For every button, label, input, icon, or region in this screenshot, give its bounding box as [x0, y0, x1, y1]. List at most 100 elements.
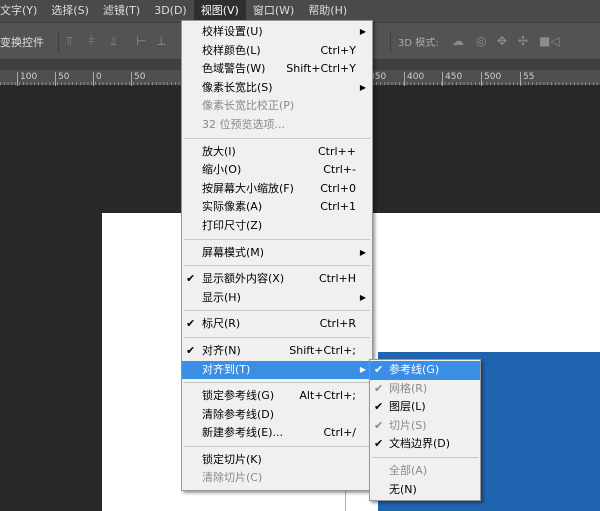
- check-icon: ✔: [374, 400, 384, 414]
- menu-item-label: 清除参考线(D): [202, 407, 275, 421]
- menu-separator: [184, 238, 370, 240]
- shortcut: Ctrl+0: [320, 181, 356, 195]
- menu-item-label: 像素长宽比(S): [202, 80, 273, 94]
- menu-item-label: 屏幕模式(M): [202, 245, 265, 259]
- menu-item-label: 网格(R): [389, 381, 428, 395]
- menu-item-label: 切片(S): [389, 418, 427, 432]
- shortcut: Ctrl+Y: [320, 43, 356, 57]
- submenu-arrow-icon: ▶: [359, 82, 366, 92]
- ruler-label: 0: [93, 72, 102, 86]
- transform-controls-label[interactable]: 变换控件: [0, 34, 44, 50]
- 3d-slide-icon[interactable]: ✣: [518, 34, 528, 48]
- menu-item[interactable]: 屏幕模式(M) ▶: [182, 244, 372, 263]
- guide-line[interactable]: [345, 488, 346, 511]
- submenu-arrow-icon: ▶: [359, 292, 366, 302]
- ruler-label: 500: [481, 72, 501, 86]
- menu-item[interactable]: 显示(H) ▶: [182, 289, 372, 308]
- menu-item[interactable]: 清除参考线(D): [182, 406, 372, 425]
- menu-item[interactable]: 无(N): [370, 481, 480, 500]
- shortcut: Ctrl+R: [319, 317, 356, 331]
- shortcut: Alt+Ctrl+;: [299, 389, 356, 403]
- menu-item[interactable]: 按屏幕大小缩放(F) Ctrl+0: [182, 180, 372, 199]
- menu-item[interactable]: ✔ 对齐(N) Shift+Ctrl+;: [182, 342, 372, 361]
- menu-item: 32 位预览选项...: [182, 116, 372, 135]
- menu-item[interactable]: ✔ 显示额外内容(X) Ctrl+H: [182, 270, 372, 289]
- align-vcenter-icon[interactable]: ⫩: [88, 34, 95, 49]
- check-icon: ✔: [186, 343, 196, 357]
- menu-item-label: 对齐(N): [202, 343, 241, 357]
- divider: [58, 31, 59, 53]
- ruler-label: 450: [442, 72, 462, 86]
- check-icon: ✔: [374, 437, 384, 451]
- menu-item[interactable]: 校样颜色(L) Ctrl+Y: [182, 42, 372, 61]
- menu-separator: [184, 137, 370, 139]
- menu-2[interactable]: 滤镜(T): [96, 0, 147, 22]
- align-top-icon[interactable]: ⫪: [66, 34, 73, 49]
- menu-item-label: 像素长宽比校正(P): [202, 99, 295, 113]
- align-left-icon[interactable]: ⊢: [136, 34, 146, 48]
- menu-4[interactable]: 视图(V): [193, 0, 246, 22]
- align-hcenter-icon[interactable]: ⊥: [156, 34, 166, 48]
- menu-1[interactable]: 选择(S): [44, 0, 96, 22]
- menu-6[interactable]: 帮助(H): [301, 0, 354, 22]
- 3d-scale-icon[interactable]: ■◁: [539, 34, 560, 48]
- menu-item-label: 参考线(G): [389, 363, 440, 376]
- menu-item-label: 对齐到(T): [202, 362, 251, 376]
- menu-item-label: 缩小(O): [202, 163, 242, 177]
- menu-item: 清除切片(C): [182, 469, 372, 488]
- menu-item-label: 显示(H): [202, 290, 241, 304]
- menu-item[interactable]: 锁定参考线(G) Alt+Ctrl+;: [182, 387, 372, 406]
- menu-item-label: 标尺(R): [202, 317, 241, 331]
- menu-item[interactable]: 打印尺寸(Z): [182, 217, 372, 236]
- menu-item[interactable]: ✔ 标尺(R) Ctrl+R: [182, 315, 372, 334]
- 3d-rotate-icon[interactable]: ☁: [452, 34, 464, 48]
- menu-item[interactable]: 实际像素(A) Ctrl+1: [182, 198, 372, 217]
- menu-item-label: 无(N): [389, 482, 417, 496]
- submenu-arrow-icon: ▶: [359, 364, 366, 374]
- menu-item[interactable]: 锁定切片(K): [182, 451, 372, 470]
- menu-item[interactable]: 像素长宽比(S) ▶: [182, 79, 372, 98]
- menu-item[interactable]: 校样设置(U) ▶: [182, 23, 372, 42]
- snap-to-submenu: ✔ 参考线(G) ✔ 网格(R) ✔ 图层(L) ✔ 切片(S) ✔ 文档边界(D) 全部(A) 无(…: [369, 359, 481, 501]
- check-icon: ✔: [374, 381, 384, 395]
- shortcut: Ctrl+1: [320, 200, 356, 214]
- check-icon: ✔: [374, 363, 384, 376]
- menu-0[interactable]: 文字(Y): [0, 0, 44, 22]
- ruler-label: 400: [404, 72, 424, 86]
- menu-item[interactable]: 新建参考线(E)... Ctrl+/: [182, 424, 372, 443]
- menu-item-label: 色域警告(W): [202, 62, 266, 76]
- 3d-pan-icon[interactable]: ✥: [497, 34, 507, 48]
- menu-item[interactable]: 缩小(O) Ctrl+-: [182, 161, 372, 180]
- menu-item-label: 32 位预览选项...: [202, 117, 285, 131]
- menu-item[interactable]: 对齐到(T) ▶: [182, 360, 372, 380]
- menu-item-label: 锁定切片(K): [202, 452, 262, 466]
- menu-item-label: 打印尺寸(Z): [202, 218, 263, 232]
- ruler-label: 100: [17, 72, 37, 86]
- menu-item[interactable]: ✔ 图层(L): [370, 398, 480, 417]
- 3d-roll-icon[interactable]: ◎: [476, 34, 486, 48]
- menu-separator: [184, 265, 370, 267]
- menu-item-label: 新建参考线(E)...: [202, 426, 284, 440]
- menu-separator: [372, 456, 478, 458]
- menubar: 文字(Y) 选择(S) 滤镜(T) 3D(D) 视图(V) 窗口(W) 帮助(H): [0, 0, 600, 22]
- menu-item[interactable]: ✔ 文档边界(D): [370, 435, 480, 454]
- menu-item-label: 按屏幕大小缩放(F): [202, 181, 294, 195]
- menu-separator: [184, 310, 370, 312]
- align-bottom-icon[interactable]: ⫫: [110, 34, 117, 49]
- menu-5[interactable]: 窗口(W): [246, 0, 301, 22]
- menu-item: ✔ 网格(R): [370, 380, 480, 399]
- shortcut: Ctrl++: [317, 144, 356, 158]
- submenu-arrow-icon: ▶: [359, 247, 366, 257]
- menu-item[interactable]: 色域警告(W) Shift+Ctrl+Y: [182, 60, 372, 79]
- menu-item-label: 全部(A): [389, 463, 428, 477]
- divider: [390, 31, 391, 53]
- menu-item[interactable]: ✔ 参考线(G): [370, 361, 480, 380]
- menu-item-label: 实际像素(A): [202, 200, 263, 214]
- menu-3[interactable]: 3D(D): [147, 0, 194, 22]
- menu-item-label: 显示额外内容(X): [202, 272, 285, 286]
- menu-item-label: 锁定参考线(G): [202, 389, 275, 403]
- ruler-label: 50: [131, 72, 145, 86]
- menu-item[interactable]: 放大(I) Ctrl++: [182, 143, 372, 162]
- menu-separator: [184, 445, 370, 447]
- ruler-label: 50: [55, 72, 69, 86]
